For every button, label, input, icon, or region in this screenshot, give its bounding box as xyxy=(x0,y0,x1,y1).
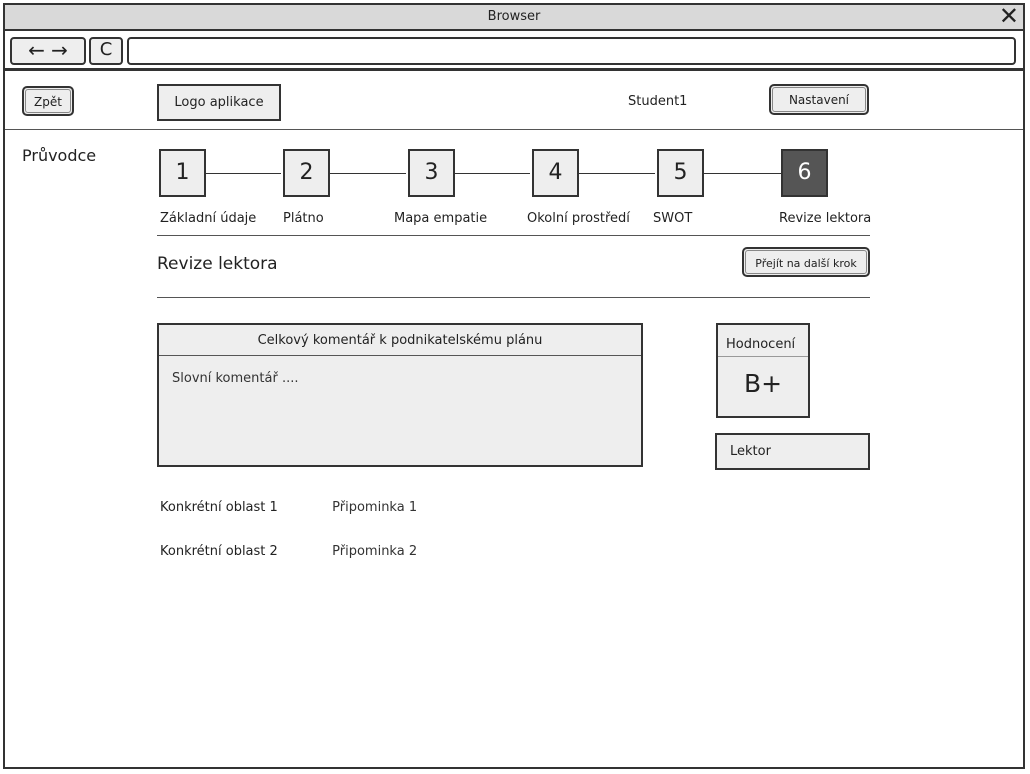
detail-row: Konkrétní oblast 1 Připominka 1 xyxy=(160,500,417,515)
address-bar[interactable] xyxy=(127,37,1016,65)
grade-divider xyxy=(718,356,808,357)
step-connector xyxy=(579,173,655,174)
reload-icon[interactable]: C xyxy=(89,37,123,65)
window-title: Browser xyxy=(487,9,541,24)
step-5-label[interactable]: SWOT xyxy=(653,211,692,226)
step-3-label[interactable]: Mapa empatie xyxy=(394,211,487,226)
browser-nav-bar: ← → C xyxy=(5,33,1023,71)
step-5-box[interactable]: 5 xyxy=(657,149,704,197)
detail-area: Konkrétní oblast 2 xyxy=(160,544,278,559)
back-button[interactable]: Zpět xyxy=(22,86,74,116)
comment-header: Celkový komentář k podnikatelskému plánu xyxy=(159,325,641,356)
step-3-box[interactable]: 3 xyxy=(408,149,455,197)
step-connector xyxy=(205,173,281,174)
next-step-button-label: Přejít na další krok xyxy=(755,257,857,270)
sidebar-title: Průvodce xyxy=(22,146,97,165)
title-bar: Browser ✕ xyxy=(5,3,1023,31)
settings-button-label: Nastavení xyxy=(788,93,850,107)
step-4-label[interactable]: Okolní prostředí xyxy=(527,211,630,226)
back-button-label: Zpět xyxy=(34,95,62,109)
back-forward-button[interactable]: ← → xyxy=(10,37,86,65)
lecturer-field: Lektor xyxy=(715,433,870,470)
step-connector xyxy=(454,173,530,174)
step-6-label[interactable]: Revize lektora xyxy=(779,211,871,226)
grade-panel: Hodnocení B+ xyxy=(716,323,810,418)
user-name: Student1 xyxy=(628,94,688,109)
settings-button[interactable]: Nastavení xyxy=(769,84,869,115)
header-divider xyxy=(5,129,1023,130)
browser-window: Browser ✕ ← → C Zpět Logo aplikace Stude… xyxy=(3,3,1025,769)
step-2-box[interactable]: 2 xyxy=(283,149,330,197)
step-6-box[interactable]: 6 xyxy=(781,149,828,197)
step-connector xyxy=(703,173,781,174)
detail-note: Připominka 1 xyxy=(332,500,418,515)
step-2-label[interactable]: Plátno xyxy=(283,211,324,226)
section-divider xyxy=(157,297,870,298)
app-logo: Logo aplikace xyxy=(157,84,281,121)
close-icon[interactable]: ✕ xyxy=(999,3,1019,29)
comment-text[interactable]: Slovní komentář .... xyxy=(172,371,298,386)
section-title: Revize lektora xyxy=(157,254,278,274)
overall-comment-panel: Celkový komentář k podnikatelskému plánu… xyxy=(157,323,643,467)
step-4-box[interactable]: 4 xyxy=(532,149,579,197)
grade-value: B+ xyxy=(743,369,783,398)
grade-label: Hodnocení xyxy=(726,337,796,352)
step-1-box[interactable]: 1 xyxy=(159,149,206,197)
detail-note: Připominka 2 xyxy=(332,544,418,559)
detail-row: Konkrétní oblast 2 Připominka 2 xyxy=(160,544,417,559)
detail-area: Konkrétní oblast 1 xyxy=(160,500,278,515)
step-1-label[interactable]: Základní údaje xyxy=(160,211,256,226)
stepper-divider xyxy=(157,235,870,236)
next-step-button[interactable]: Přejít na další krok xyxy=(742,247,870,277)
step-connector xyxy=(330,173,406,174)
